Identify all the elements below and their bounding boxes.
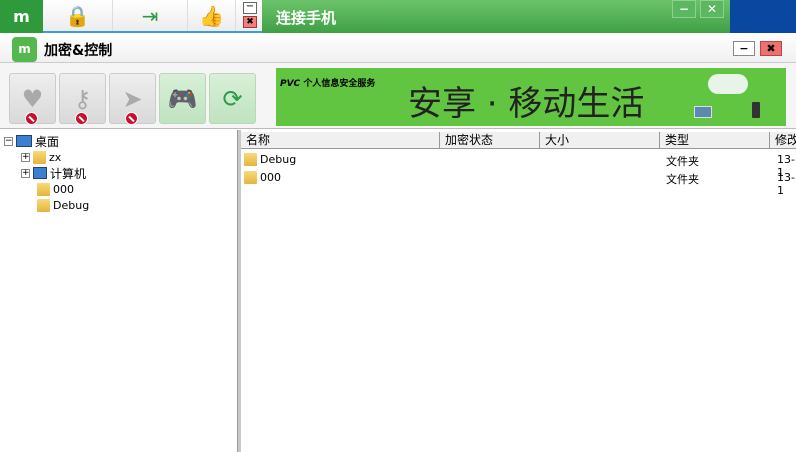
- panel-close-button[interactable]: ✖: [760, 41, 782, 56]
- banner-ad[interactable]: PVC 个人信息安全服务 安享 · 移动生活: [276, 68, 786, 126]
- send-button[interactable]: ➤: [109, 73, 156, 125]
- folder-icon: [244, 171, 257, 184]
- table-row[interactable]: 000 文件夹 13-1: [241, 169, 796, 197]
- lock-tab[interactable]: 🔒: [43, 0, 113, 31]
- folder-icon: [244, 153, 257, 166]
- key-button[interactable]: ⚷: [59, 73, 106, 125]
- table-row[interactable]: Debug 文件夹 13-1: [241, 151, 796, 179]
- lock-button[interactable]: ♥: [9, 73, 56, 125]
- transfer-tab[interactable]: ⇥: [113, 0, 188, 31]
- banner-brand: PVC 个人信息安全服务: [280, 76, 375, 89]
- slogan: 安享 · 移动生活: [408, 84, 645, 124]
- sync-button[interactable]: ⟳: [209, 73, 256, 124]
- column-encryption-status[interactable]: 加密状态: [440, 132, 540, 149]
- logo-text: m: [13, 7, 30, 26]
- connect-phone-title: 连接手机: [276, 9, 337, 27]
- toolbar: ♥ ⚷ ➤ 🎮 ⟳ PVC 个人信息安全服务 安享 · 移动生活: [0, 63, 796, 129]
- disabled-icon: [25, 112, 38, 125]
- laptop-icon: [694, 106, 712, 118]
- blue-region: [730, 0, 796, 33]
- folder-icon: [37, 198, 50, 212]
- key-icon: ⚷: [73, 84, 92, 113]
- row-type: 文件夹: [666, 155, 699, 168]
- game-button[interactable]: 🎮: [159, 73, 206, 124]
- collapse-icon[interactable]: −: [4, 136, 13, 146]
- close-button-small[interactable]: ✖: [243, 16, 257, 28]
- tree-node-000[interactable]: 000: [37, 181, 74, 197]
- lock-icon: 🔒: [65, 3, 90, 28]
- brand-text: PVC: [280, 79, 301, 89]
- panel-minimize-button[interactable]: −: [733, 41, 755, 56]
- paper-plane-icon: ➤: [122, 84, 143, 113]
- tree-label: 000: [53, 182, 74, 196]
- column-modified[interactable]: 修改: [770, 132, 796, 149]
- expand-icon[interactable]: +: [21, 168, 30, 178]
- app-icon: m: [12, 37, 37, 62]
- tree-label: Debug: [53, 198, 90, 212]
- column-size[interactable]: 大小: [540, 132, 660, 149]
- tree-node-zx[interactable]: + zx: [21, 149, 61, 165]
- expand-icon[interactable]: +: [21, 152, 30, 162]
- folder-tree: − 桌面 + zx + 计算机 000 Debug: [0, 130, 237, 452]
- tree-node-computer[interactable]: + 计算机: [21, 165, 86, 181]
- folder-icon: [37, 182, 50, 196]
- disabled-icon: [75, 112, 88, 125]
- sync-icon: ⟳: [222, 84, 243, 113]
- like-tab[interactable]: 👍: [188, 0, 236, 31]
- app-title: 加密&控制: [44, 43, 113, 59]
- desktop-icon: [16, 135, 32, 147]
- minimize-button-small[interactable]: −: [243, 2, 257, 14]
- title-row: [0, 33, 796, 63]
- row-modified: 13-1: [777, 171, 795, 197]
- user-folder-icon: [33, 150, 46, 164]
- row-type: 文件夹: [666, 173, 699, 186]
- tree-node-debug[interactable]: Debug: [37, 197, 89, 213]
- list-header: 名称 加密状态 大小 类型 修改: [241, 132, 796, 149]
- file-list: 名称 加密状态 大小 类型 修改 Debug 文件夹 13-1 000 文件夹 …: [241, 130, 796, 452]
- transfer-icon: ⇥: [141, 3, 159, 28]
- minimize-button[interactable]: −: [672, 0, 696, 18]
- connect-phone-bar[interactable]: 连接手机 − ✕: [262, 0, 730, 33]
- tree-label: 桌面: [35, 134, 60, 149]
- tagline: 个人信息安全服务: [303, 79, 376, 89]
- heart-lock-icon: ♥: [21, 84, 44, 113]
- phone-icon: [752, 102, 760, 118]
- tree-label: zx: [49, 150, 62, 164]
- disabled-icon: [125, 112, 138, 125]
- gamepad-icon: 🎮: [167, 84, 198, 113]
- cloud-icon: [708, 74, 748, 94]
- tree-node-desktop[interactable]: − 桌面: [4, 133, 59, 149]
- thumbs-up-icon: 👍: [199, 3, 224, 28]
- top-tabs: m 🔒 ⇥ 👍 − ✖: [0, 0, 262, 33]
- computer-icon: [33, 167, 47, 179]
- app-logo[interactable]: m: [0, 0, 43, 33]
- top-bar: m 🔒 ⇥ 👍 − ✖ 连接手机 − ✕: [0, 0, 796, 33]
- row-name: 000: [260, 171, 281, 184]
- tree-label: 计算机: [50, 166, 87, 181]
- close-button[interactable]: ✕: [700, 0, 724, 18]
- column-type[interactable]: 类型: [660, 132, 770, 149]
- column-name[interactable]: 名称: [241, 132, 440, 149]
- row-name: Debug: [260, 153, 297, 166]
